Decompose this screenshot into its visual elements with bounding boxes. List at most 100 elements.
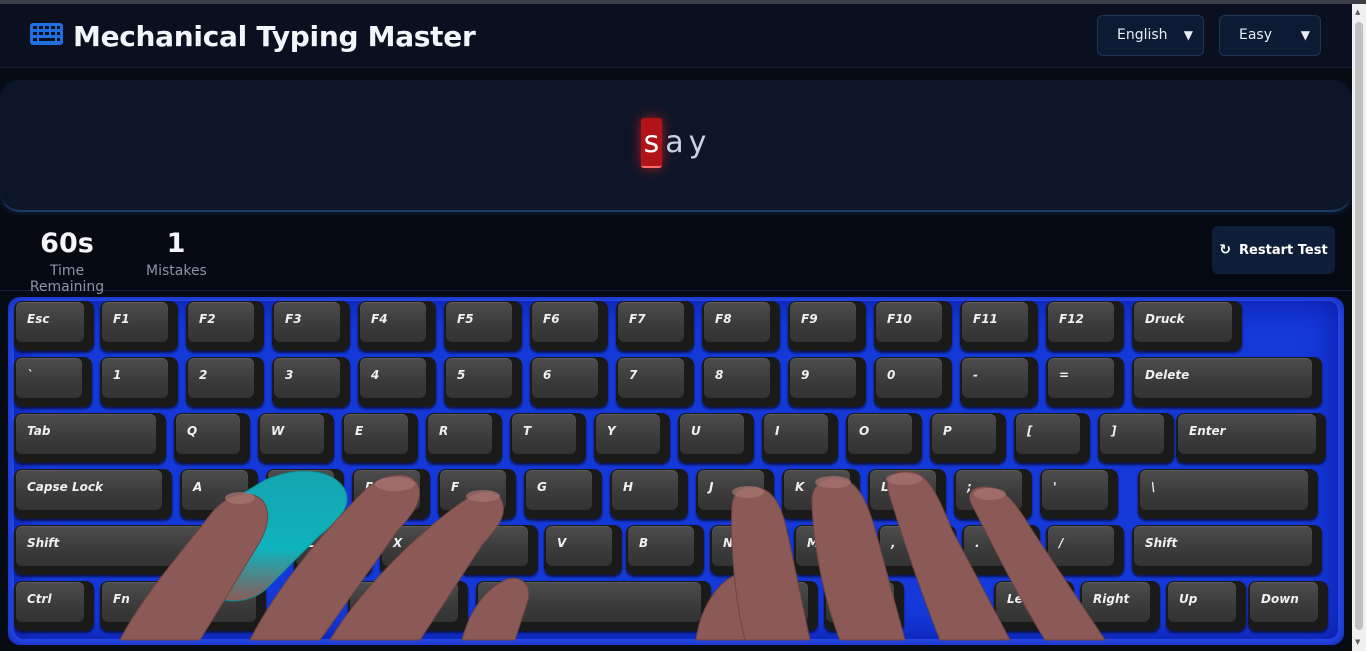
key-delete[interactable]: Delete <box>1132 357 1322 407</box>
key-label: F8 <box>715 312 732 326</box>
key-nigga[interactable]: Nigga <box>824 581 904 631</box>
key--[interactable]: , <box>878 525 956 575</box>
key-f5[interactable]: F5 <box>444 301 522 351</box>
key-u[interactable]: U <box>678 413 754 463</box>
key--[interactable]: [ <box>1014 413 1090 463</box>
key-o[interactable]: O <box>846 413 922 463</box>
key-v[interactable]: V <box>544 525 622 575</box>
key--[interactable]: ' <box>1040 469 1118 519</box>
key-tab[interactable]: Tab <box>14 413 166 463</box>
scroll-up-icon[interactable]: ▲ <box>1355 8 1360 16</box>
key-q[interactable]: Q <box>174 413 250 463</box>
key--[interactable]: = <box>1046 357 1124 407</box>
key-l[interactable]: L <box>868 469 946 519</box>
key--[interactable]: ` <box>14 357 92 407</box>
key-f11[interactable]: F11 <box>960 301 1038 351</box>
key-win[interactable]: Win <box>186 581 266 631</box>
key--[interactable]: - <box>960 357 1038 407</box>
key-5[interactable]: 5 <box>444 357 522 407</box>
key-r[interactable]: R <box>426 413 502 463</box>
key-t[interactable]: T <box>510 413 586 463</box>
key-k[interactable]: K <box>782 469 860 519</box>
key-f12[interactable]: F12 <box>1046 301 1124 351</box>
key-8[interactable]: 8 <box>702 357 780 407</box>
key-4[interactable]: 4 <box>358 357 436 407</box>
key-m[interactable]: M <box>794 525 872 575</box>
key-9[interactable]: 9 <box>788 357 866 407</box>
key-label: 5 <box>457 368 466 382</box>
key-f2[interactable]: F2 <box>186 301 264 351</box>
key-shift[interactable]: Shift <box>1132 525 1322 575</box>
key--[interactable]: . <box>962 525 1040 575</box>
keycap: ` <box>16 358 82 398</box>
page-scrollbar[interactable]: ▲ ▼ <box>1352 4 1366 651</box>
key-enter[interactable]: Enter <box>1176 413 1326 463</box>
key-7[interactable]: 7 <box>616 357 694 407</box>
key-6[interactable]: 6 <box>530 357 608 407</box>
restart-button[interactable]: ↻ Restart Test <box>1212 226 1335 274</box>
key-f4[interactable]: F4 <box>358 301 436 351</box>
key-g[interactable]: G <box>524 469 602 519</box>
key-ctrl[interactable]: Ctrl <box>14 581 94 631</box>
language-select[interactable]: English ▼ <box>1097 15 1204 56</box>
key-f8[interactable]: F8 <box>702 301 780 351</box>
key-down[interactable]: Down <box>1248 581 1328 631</box>
key-s[interactable]: S <box>266 469 344 519</box>
key--[interactable]: ; <box>954 469 1032 519</box>
key-f1[interactable]: F1 <box>100 301 178 351</box>
key-2[interactable]: 2 <box>186 357 264 407</box>
keycap: L <box>870 470 936 510</box>
key-label: 8 <box>715 368 724 382</box>
key-y[interactable]: Y <box>594 413 670 463</box>
key-f3[interactable]: F3 <box>272 301 350 351</box>
key-1[interactable]: 1 <box>100 357 178 407</box>
app-header: Mechanical Typing Master English ▼ Easy … <box>0 4 1352 68</box>
keycap: Down <box>1250 582 1318 622</box>
key-f[interactable]: F <box>438 469 516 519</box>
key-label: F9 <box>801 312 818 326</box>
key-esc[interactable]: Esc <box>14 301 94 351</box>
key-label: F7 <box>629 312 646 326</box>
key-h[interactable]: H <box>610 469 688 519</box>
key-j[interactable]: J <box>696 469 774 519</box>
key-c[interactable]: C <box>460 525 538 575</box>
key-w[interactable]: W <box>258 413 334 463</box>
key-f7[interactable]: F7 <box>616 301 694 351</box>
key--[interactable]: \ <box>1138 469 1318 519</box>
key-p[interactable]: P <box>930 413 1006 463</box>
scroll-down-icon[interactable]: ▼ <box>1355 638 1360 646</box>
key-space[interactable] <box>476 581 711 631</box>
key-3[interactable]: 3 <box>272 357 350 407</box>
key-fn[interactable]: Fn <box>100 581 180 631</box>
key-d[interactable]: D <box>352 469 430 519</box>
key-f6[interactable]: F6 <box>530 301 608 351</box>
key-right[interactable]: Right <box>1080 581 1160 631</box>
difficulty-select[interactable]: Easy ▼ <box>1219 15 1321 56</box>
keycap: I <box>764 414 828 454</box>
key-label: A <box>193 480 203 494</box>
key-f10[interactable]: F10 <box>874 301 952 351</box>
keycap: Delete <box>1134 358 1312 398</box>
key-z[interactable]: Z <box>294 525 372 575</box>
key-f9[interactable]: F9 <box>788 301 866 351</box>
key-i[interactable]: I <box>762 413 838 463</box>
key-label: B <box>639 536 649 550</box>
key--[interactable]: / <box>1046 525 1124 575</box>
key--[interactable]: ] <box>1098 413 1174 463</box>
key-0[interactable]: 0 <box>874 357 952 407</box>
key-n[interactable]: N <box>710 525 788 575</box>
key-alt[interactable]: Alt <box>738 581 818 631</box>
key-e[interactable]: E <box>342 413 418 463</box>
key-capse-lock[interactable]: Capse Lock <box>14 469 172 519</box>
key-left[interactable]: Left <box>994 581 1074 631</box>
key-label: Down <box>1261 592 1299 606</box>
key-x[interactable]: X <box>380 525 458 575</box>
key-a[interactable]: A <box>180 469 258 519</box>
key-druck[interactable]: Druck <box>1132 301 1242 351</box>
key-up[interactable]: Up <box>1166 581 1246 631</box>
key-super[interactable]: Super <box>348 581 468 631</box>
scrollbar-thumb[interactable] <box>1355 22 1363 630</box>
key-b[interactable]: B <box>626 525 704 575</box>
key-shift[interactable]: Shift <box>14 525 214 575</box>
keycap: Fn <box>102 582 170 622</box>
